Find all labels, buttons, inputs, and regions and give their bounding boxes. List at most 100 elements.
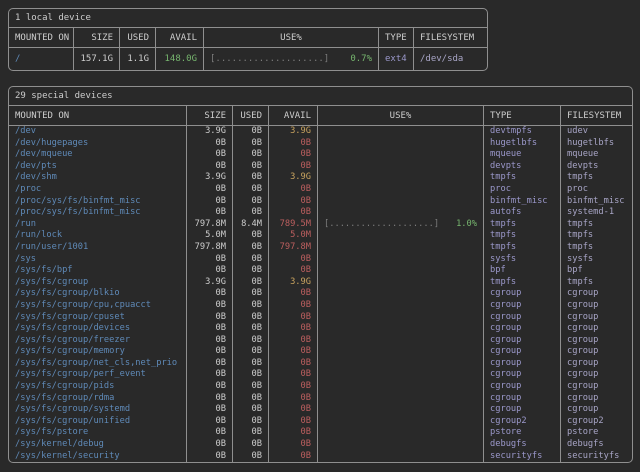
mount-cell: /sys/fs/cgroup/cpu,cpuacct xyxy=(9,300,186,312)
size-cell: 0B xyxy=(186,439,232,451)
used-cell: 0B xyxy=(232,126,268,138)
used-cell: 0B xyxy=(232,277,268,289)
avail-cell: 0B xyxy=(268,439,317,451)
type-cell: cgroup xyxy=(483,358,560,370)
use-cell xyxy=(317,300,483,312)
fs-cell: cgroup xyxy=(560,381,632,393)
avail-cell: 0B xyxy=(268,404,317,416)
use-cell xyxy=(317,404,483,416)
used-cell: 0B xyxy=(232,149,268,161)
use-cell: [....................]1.0% xyxy=(317,219,483,231)
mount-cell: /sys/fs/cgroup/devices xyxy=(9,323,186,335)
size-cell: 0B xyxy=(186,404,232,416)
size-cell: 0B xyxy=(186,265,232,277)
mount-cell: /sys/fs/cgroup/blkio xyxy=(9,288,186,300)
type-cell: bpf xyxy=(483,265,560,277)
mount-cell: /proc/sys/fs/binfmt_misc xyxy=(9,207,186,219)
size-cell: 0B xyxy=(186,416,232,428)
avail-cell: 0B xyxy=(268,312,317,324)
size-cell: 0B xyxy=(186,312,232,324)
size-cell: 0B xyxy=(186,184,232,196)
type-cell: cgroup xyxy=(483,369,560,381)
use-cell xyxy=(317,439,483,451)
size-cell: 0B xyxy=(186,300,232,312)
used-cell: 1.1G xyxy=(119,48,155,70)
size-cell: 3.9G xyxy=(186,172,232,184)
size-cell: 5.0M xyxy=(186,230,232,242)
used-cell: 0B xyxy=(232,184,268,196)
avail-cell: 0B xyxy=(268,288,317,300)
mount-cell: /sys/kernel/debug xyxy=(9,439,186,451)
type-cell: cgroup xyxy=(483,288,560,300)
used-cell: 0B xyxy=(232,254,268,266)
type-cell: proc xyxy=(483,184,560,196)
used-cell: 0B xyxy=(232,207,268,219)
use-cell: [....................]0.7% xyxy=(203,48,378,70)
avail-cell: 0B xyxy=(268,335,317,347)
used-cell: 0B xyxy=(232,265,268,277)
mount-cell: /sys/fs/cgroup/systemd xyxy=(9,404,186,416)
type-cell: ext4 xyxy=(378,48,413,70)
column-header-avail: AVAIL xyxy=(155,28,203,48)
type-cell: devtmpfs xyxy=(483,126,560,138)
mount-cell: /sys/fs/cgroup/unified xyxy=(9,416,186,428)
used-cell: 0B xyxy=(232,369,268,381)
use-cell xyxy=(317,393,483,405)
mount-cell: /sys/fs/cgroup/pids xyxy=(9,381,186,393)
type-cell: cgroup xyxy=(483,393,560,405)
type-cell: cgroup xyxy=(483,312,560,324)
type-cell: autofs xyxy=(483,207,560,219)
avail-cell: 0B xyxy=(268,416,317,428)
fs-cell: devpts xyxy=(560,161,632,173)
fs-cell: tmpfs xyxy=(560,242,632,254)
fs-cell: pstore xyxy=(560,427,632,439)
use-cell xyxy=(317,288,483,300)
size-cell: 0B xyxy=(186,393,232,405)
avail-cell: 0B xyxy=(268,393,317,405)
used-cell: 0B xyxy=(232,404,268,416)
fs-cell: tmpfs xyxy=(560,277,632,289)
use-cell xyxy=(317,312,483,324)
used-cell: 0B xyxy=(232,427,268,439)
size-cell: 0B xyxy=(186,323,232,335)
avail-cell: 0B xyxy=(268,196,317,208)
fs-cell: cgroup2 xyxy=(560,416,632,428)
usage-percent: 1.0% xyxy=(456,219,477,231)
use-cell xyxy=(317,335,483,347)
mount-cell: / xyxy=(9,48,73,70)
mount-cell: /sys/kernel/security xyxy=(9,451,186,463)
avail-cell: 0B xyxy=(268,427,317,439)
use-cell xyxy=(317,323,483,335)
mount-cell: /run/user/1001 xyxy=(9,242,186,254)
size-cell: 0B xyxy=(186,196,232,208)
avail-cell: 0B xyxy=(268,207,317,219)
use-cell xyxy=(317,161,483,173)
size-cell: 797.8M xyxy=(186,242,232,254)
used-cell: 0B xyxy=(232,439,268,451)
column-header-fs: FILESYSTEM xyxy=(413,28,487,48)
mount-cell: /sys/fs/cgroup/cpuset xyxy=(9,312,186,324)
avail-cell: 3.9G xyxy=(268,172,317,184)
type-cell: tmpfs xyxy=(483,172,560,184)
type-cell: cgroup xyxy=(483,381,560,393)
size-cell: 3.9G xyxy=(186,126,232,138)
used-cell: 0B xyxy=(232,451,268,463)
local-devices-title: 1 local device xyxy=(9,9,487,28)
use-cell xyxy=(317,138,483,150)
mount-cell: /proc xyxy=(9,184,186,196)
use-cell xyxy=(317,369,483,381)
size-cell: 0B xyxy=(186,161,232,173)
avail-cell: 5.0M xyxy=(268,230,317,242)
fs-cell: tmpfs xyxy=(560,219,632,231)
type-cell: tmpfs xyxy=(483,219,560,231)
fs-cell: hugetlbfs xyxy=(560,138,632,150)
fs-cell: securityfs xyxy=(560,451,632,463)
avail-cell: 0B xyxy=(268,149,317,161)
fs-cell: cgroup xyxy=(560,312,632,324)
fs-cell: binfmt_misc xyxy=(560,196,632,208)
column-header-mount: MOUNTED ON xyxy=(9,28,73,48)
use-cell xyxy=(317,358,483,370)
avail-cell: 0B xyxy=(268,381,317,393)
type-cell: sysfs xyxy=(483,254,560,266)
size-cell: 0B xyxy=(186,335,232,347)
